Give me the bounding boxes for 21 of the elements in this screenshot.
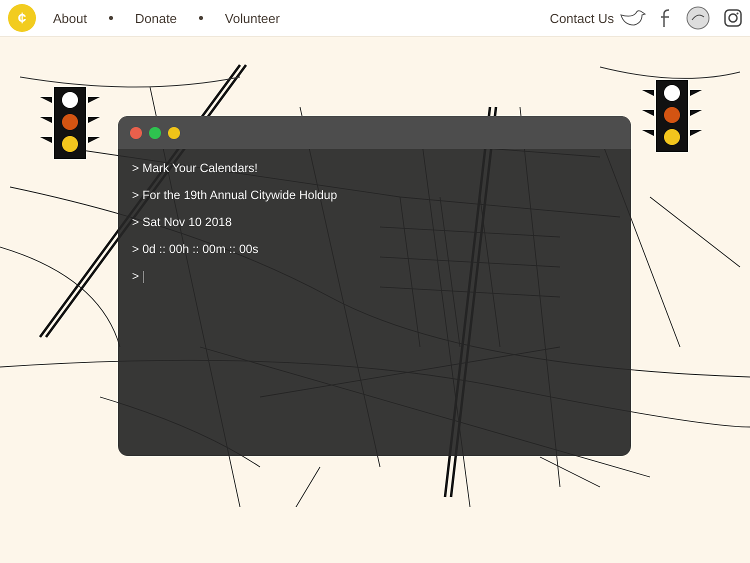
separator-dot	[108, 16, 113, 20]
terminal-line: > 0d :: 00h :: 00m :: 00s	[132, 242, 260, 257]
terminal-line: > Sat Nov 10 2018	[132, 215, 233, 230]
nav-link[interactable]: About	[53, 10, 87, 26]
prompt-symbol: >	[132, 269, 140, 284]
facebook-icon[interactable]	[660, 9, 672, 27]
instagram-icon[interactable]	[724, 9, 742, 27]
badge-icon[interactable]	[686, 6, 710, 30]
traffic-light-icon	[40, 87, 100, 159]
separator-dot	[198, 16, 203, 20]
contact-link[interactable]: Contact Us	[550, 10, 614, 26]
traffic-light-icon	[642, 80, 702, 152]
close-button[interactable]	[130, 126, 142, 138]
terminal-line: > Mark Your Calendars!	[132, 161, 259, 176]
nav-link[interactable]: Donate	[134, 10, 177, 26]
bird-icon[interactable]	[620, 9, 646, 27]
terminal-line: > For the 19th Annual Citywide Holdup	[132, 188, 338, 203]
maximize-button[interactable]	[149, 126, 161, 138]
minimize-button[interactable]	[168, 126, 180, 138]
nav-link[interactable]: Volunteer	[224, 10, 280, 26]
text-cursor	[143, 270, 144, 282]
